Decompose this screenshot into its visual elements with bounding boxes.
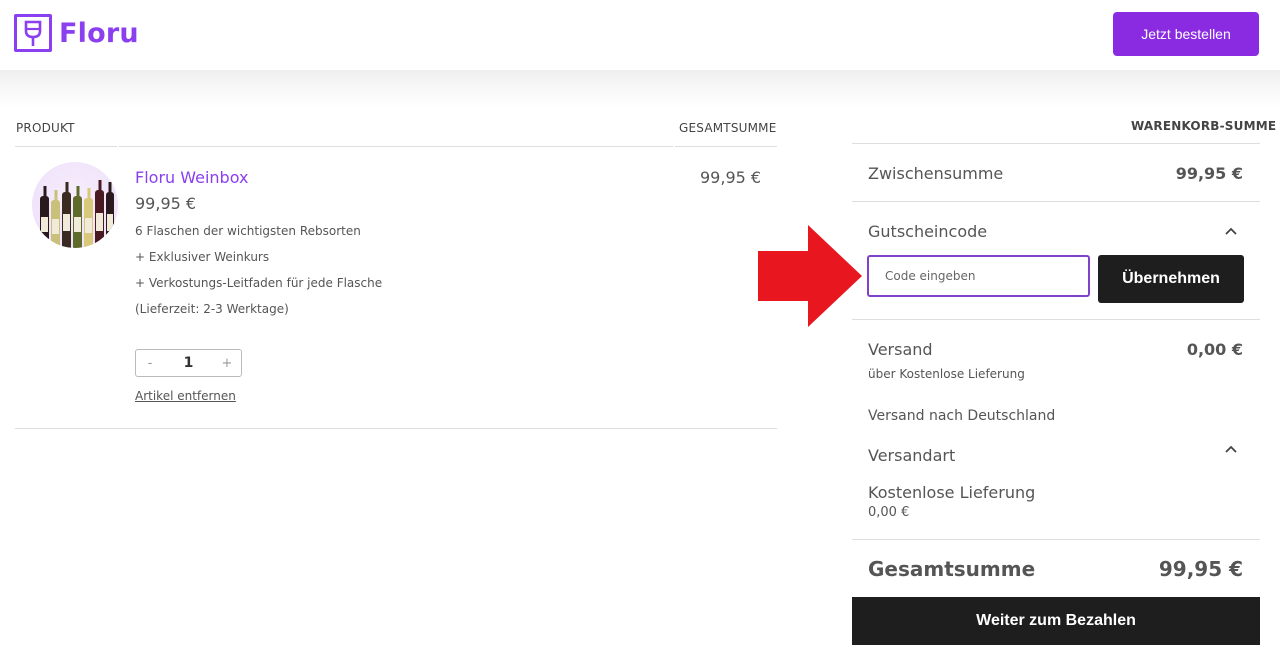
product-image[interactable]	[32, 162, 118, 248]
divider	[15, 428, 777, 429]
column-header-total: GESAMTSUMME	[679, 121, 777, 135]
shipping-destination: Versand nach Deutschland	[868, 408, 1056, 424]
quantity-input[interactable]: 1	[164, 355, 213, 371]
product-title-link[interactable]: Floru Weinbox	[135, 168, 248, 187]
order-now-button[interactable]: Jetzt bestellen	[1113, 12, 1259, 56]
shipping-note: über Kostenlose Lieferung	[868, 367, 1025, 381]
shipping-method-price: 0,00 €	[868, 505, 910, 520]
checkout-button[interactable]: Weiter zum Bezahlen	[852, 597, 1260, 645]
grand-total-label: Gesamtsumme	[868, 557, 1036, 581]
annotation-arrow-icon	[758, 225, 862, 327]
shipping-label: Versand	[868, 340, 933, 359]
product-detail-line: + Verkostungs-Leitfaden für jede Flasche	[135, 276, 383, 290]
quantity-decrease-button[interactable]: -	[136, 356, 164, 371]
subtotal-value: 99,95 €	[1175, 164, 1243, 183]
subtotal-label: Zwischensumme	[868, 164, 1004, 183]
header-shadow	[0, 68, 1280, 108]
divider	[852, 319, 1260, 320]
wine-glass-icon	[14, 14, 52, 52]
divider	[15, 146, 117, 147]
shipping-method-toggle[interactable]: Versandart	[868, 446, 955, 465]
product-detail-line: (Lieferzeit: 2-3 Werktage)	[135, 302, 289, 316]
shipping-method-option[interactable]: Kostenlose Lieferung	[868, 483, 1035, 502]
line-total: 99,95 €	[700, 168, 762, 187]
coupon-code-input[interactable]	[867, 255, 1090, 297]
coupon-toggle[interactable]: Gutscheincode	[868, 222, 987, 241]
product-detail-line: + Exklusiver Weinkurs	[135, 250, 270, 264]
divider	[852, 201, 1260, 202]
chevron-up-icon[interactable]	[1224, 226, 1238, 236]
quantity-stepper: - 1 +	[135, 349, 242, 377]
column-header-product: PRODUKT	[16, 121, 75, 135]
apply-coupon-button[interactable]: Übernehmen	[1098, 255, 1244, 303]
divider	[675, 146, 777, 147]
brand-logo[interactable]: Floru	[14, 14, 139, 52]
divider	[119, 146, 673, 147]
shipping-value: 0,00 €	[1186, 340, 1243, 359]
remove-item-link[interactable]: Artikel entfernen	[135, 389, 236, 403]
cart-totals-heading: WARENKORB-SUMME	[1131, 119, 1277, 133]
chevron-up-icon[interactable]	[1224, 444, 1238, 454]
quantity-increase-button[interactable]: +	[213, 356, 241, 371]
divider	[852, 143, 1260, 144]
product-price: 99,95 €	[135, 194, 197, 213]
site-header: Floru Jetzt bestellen	[0, 0, 1280, 70]
divider	[852, 539, 1260, 540]
brand-name: Floru	[59, 17, 139, 49]
grand-total-value: 99,95 €	[1158, 557, 1243, 581]
product-detail-line: 6 Flaschen der wichtigsten Rebsorten	[135, 224, 361, 238]
